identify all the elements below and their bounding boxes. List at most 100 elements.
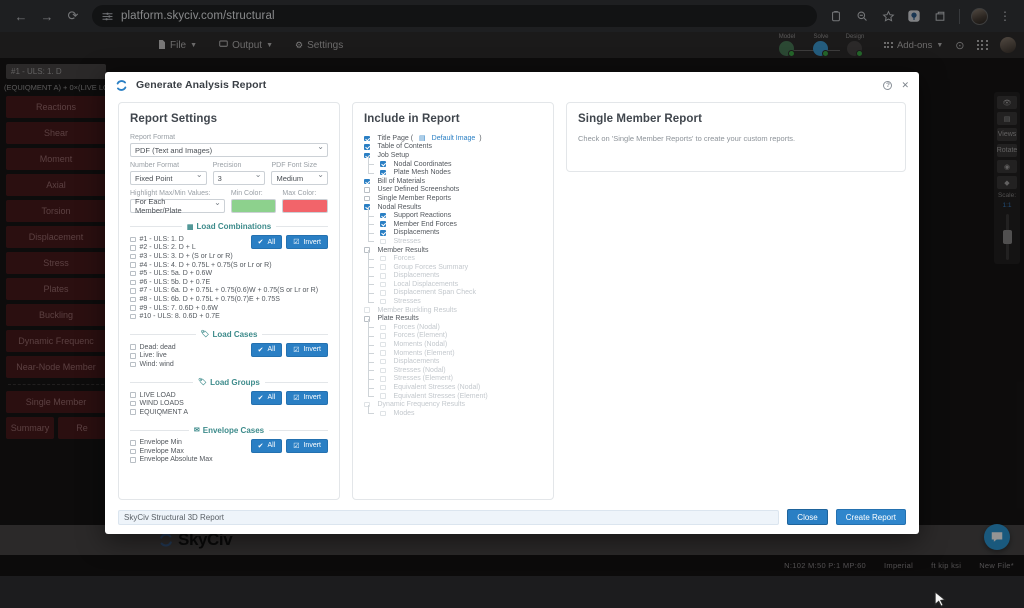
include-item-checkbox[interactable] <box>364 179 370 185</box>
load-case-checkbox[interactable] <box>130 353 136 359</box>
single-member-report-description: Check on 'Single Member Reports' to crea… <box>578 134 894 143</box>
load-cases-invert-button[interactable]: ☑ Invert <box>286 343 328 357</box>
tree-connector <box>364 211 376 220</box>
load-cases-title: Load Cases <box>213 330 258 339</box>
envelope-case-checkbox[interactable] <box>130 449 136 455</box>
include-item-row[interactable]: Support Reactions <box>364 211 542 220</box>
load-combination-checkbox[interactable] <box>130 237 136 243</box>
include-item-row: Forces <box>364 254 542 263</box>
pdf-font-size-select[interactable]: Medium <box>271 171 328 185</box>
include-item-label: Member Buckling Results <box>378 307 457 314</box>
include-item-checkbox[interactable] <box>380 161 386 167</box>
close-icon[interactable]: ✕ <box>901 80 909 91</box>
number-format-select[interactable]: Fixed Point <box>130 171 207 185</box>
include-item-row[interactable]: Bill of Materials <box>364 177 542 186</box>
include-item-checkbox[interactable] <box>364 136 370 142</box>
load-combinations-invert-button[interactable]: ☑ Invert <box>286 235 328 249</box>
max-color-swatch[interactable] <box>282 199 328 213</box>
skyciv-logo-icon <box>115 79 128 92</box>
include-item-row[interactable]: Plate Mesh Nodes <box>364 168 542 177</box>
load-case-checkbox[interactable] <box>130 344 136 350</box>
envelope-case-label: Envelope Min <box>140 439 182 446</box>
load-combination-row[interactable]: #6 - ULS: 5b. D + 0.7E <box>130 278 328 287</box>
load-groups-invert-button[interactable]: ☑ Invert <box>286 391 328 405</box>
include-item-row[interactable]: Table of Contents <box>364 143 542 152</box>
load-group-checkbox[interactable] <box>130 409 136 415</box>
envelope-cases-invert-button[interactable]: ☑ Invert <box>286 439 328 453</box>
include-item-row[interactable]: Nodal Results <box>364 203 542 212</box>
include-item-label: Moments (Element) <box>394 350 455 357</box>
load-groups-all-button[interactable]: ✔ All <box>251 391 283 405</box>
default-image-link[interactable]: Default Image <box>432 135 476 142</box>
envelope-case-checkbox[interactable] <box>130 440 136 446</box>
include-item-row[interactable]: Displacements <box>364 229 542 238</box>
tree-connector <box>364 357 376 366</box>
load-combination-checkbox[interactable] <box>130 245 136 251</box>
include-item-checkbox[interactable] <box>380 221 386 227</box>
load-group-row[interactable]: EQUIQMENT A <box>130 408 328 417</box>
include-item-row[interactable]: Job Setup <box>364 151 542 160</box>
include-item-row[interactable]: Single Member Reports <box>364 194 542 203</box>
load-cases-all-button[interactable]: ✔ All <box>251 343 283 357</box>
include-item-label: Stresses (Nodal) <box>394 367 446 374</box>
include-item-checkbox[interactable] <box>364 187 370 193</box>
create-report-button[interactable]: Create Report <box>836 509 906 525</box>
load-case-row[interactable]: Wind: wind <box>130 360 328 369</box>
tree-connector <box>364 263 376 272</box>
load-combination-row[interactable]: #5 - ULS: 5a. D + 0.6W <box>130 269 328 278</box>
envelope-cases-all-button[interactable]: ✔ All <box>251 439 283 453</box>
include-item-row: Member Buckling Results <box>364 306 542 315</box>
include-item-checkbox <box>380 299 386 305</box>
report-format-select[interactable]: PDF (Text and Images) <box>130 143 328 157</box>
load-combination-checkbox[interactable] <box>130 280 136 286</box>
include-item-checkbox[interactable] <box>364 196 370 202</box>
highlight-select[interactable]: For Each Member/Plate <box>130 199 225 213</box>
include-item-checkbox[interactable] <box>364 144 370 150</box>
include-item-row: Stresses (Nodal) <box>364 366 542 375</box>
envelope-case-checkbox[interactable] <box>130 457 136 463</box>
load-combination-row[interactable]: #7 - ULS: 6a. D + 0.75L + 0.75(0.6)W + 0… <box>130 287 328 296</box>
include-item-row: Dynamic Frequency Results <box>364 400 542 409</box>
min-color-swatch[interactable] <box>231 199 277 213</box>
load-combination-checkbox[interactable] <box>130 254 136 260</box>
load-groups-buttons: ✔ All ☑ Invert <box>251 391 328 405</box>
include-item-checkbox[interactable] <box>380 213 386 219</box>
include-item-label: Single Member Reports <box>378 195 452 202</box>
load-group-checkbox[interactable] <box>130 392 136 398</box>
include-item-row[interactable]: Plate Results <box>364 314 542 323</box>
precision-select[interactable]: 3 <box>213 171 266 185</box>
load-case-checkbox[interactable] <box>130 362 136 368</box>
load-combination-checkbox[interactable] <box>130 297 136 303</box>
include-item-row[interactable]: Member Results <box>364 246 542 255</box>
load-combination-row[interactable]: #4 - ULS: 4. D + 0.75L + 0.75(S or Lr or… <box>130 261 328 270</box>
include-item-checkbox <box>380 282 386 288</box>
envelope-cases-buttons: ✔ All ☑ Invert <box>251 439 328 453</box>
load-combination-row[interactable]: #9 - ULS: 7. 0.6D + 0.6W <box>130 304 328 313</box>
load-combination-checkbox[interactable] <box>130 271 136 277</box>
load-combination-row[interactable]: #10 - ULS: 8. 0.6D + 0.7E <box>130 312 328 321</box>
close-button[interactable]: Close <box>787 509 827 525</box>
include-item-label: Dynamic Frequency Results <box>378 401 466 408</box>
load-combination-row[interactable]: #3 - ULS: 3. D + (S or Lr or R) <box>130 252 328 261</box>
report-name-input[interactable]: SkyCiv Structural 3D Report <box>118 510 779 525</box>
include-item-checkbox[interactable] <box>380 170 386 176</box>
load-groups-header: 🏷 Load Groups <box>130 378 328 387</box>
load-combination-checkbox[interactable] <box>130 288 136 294</box>
include-item-label: Nodal Results <box>378 204 422 211</box>
include-item-checkbox[interactable] <box>380 230 386 236</box>
include-item-row[interactable]: Nodal Coordinates <box>364 160 542 169</box>
load-combination-checkbox[interactable] <box>130 262 136 268</box>
envelope-case-row[interactable]: Envelope Absolute Max <box>130 456 328 465</box>
load-combination-row[interactable]: #8 - ULS: 6b. D + 0.75L + 0.75(0.7)E + 0… <box>130 295 328 304</box>
include-item-row[interactable]: Member End Forces <box>364 220 542 229</box>
load-combination-checkbox[interactable] <box>130 314 136 320</box>
load-group-checkbox[interactable] <box>130 401 136 407</box>
load-combinations-all-button[interactable]: ✔ All <box>251 235 283 249</box>
include-item-row[interactable]: Title Page (▤Default Image ) <box>364 134 542 143</box>
load-combination-checkbox[interactable] <box>130 305 136 311</box>
load-combinations-title: Load Combinations <box>196 222 271 231</box>
help-icon[interactable]: ? <box>883 81 892 90</box>
include-item-checkbox <box>380 359 386 365</box>
tree-connector <box>364 254 376 263</box>
include-item-row[interactable]: User Defined Screenshots <box>364 186 542 195</box>
